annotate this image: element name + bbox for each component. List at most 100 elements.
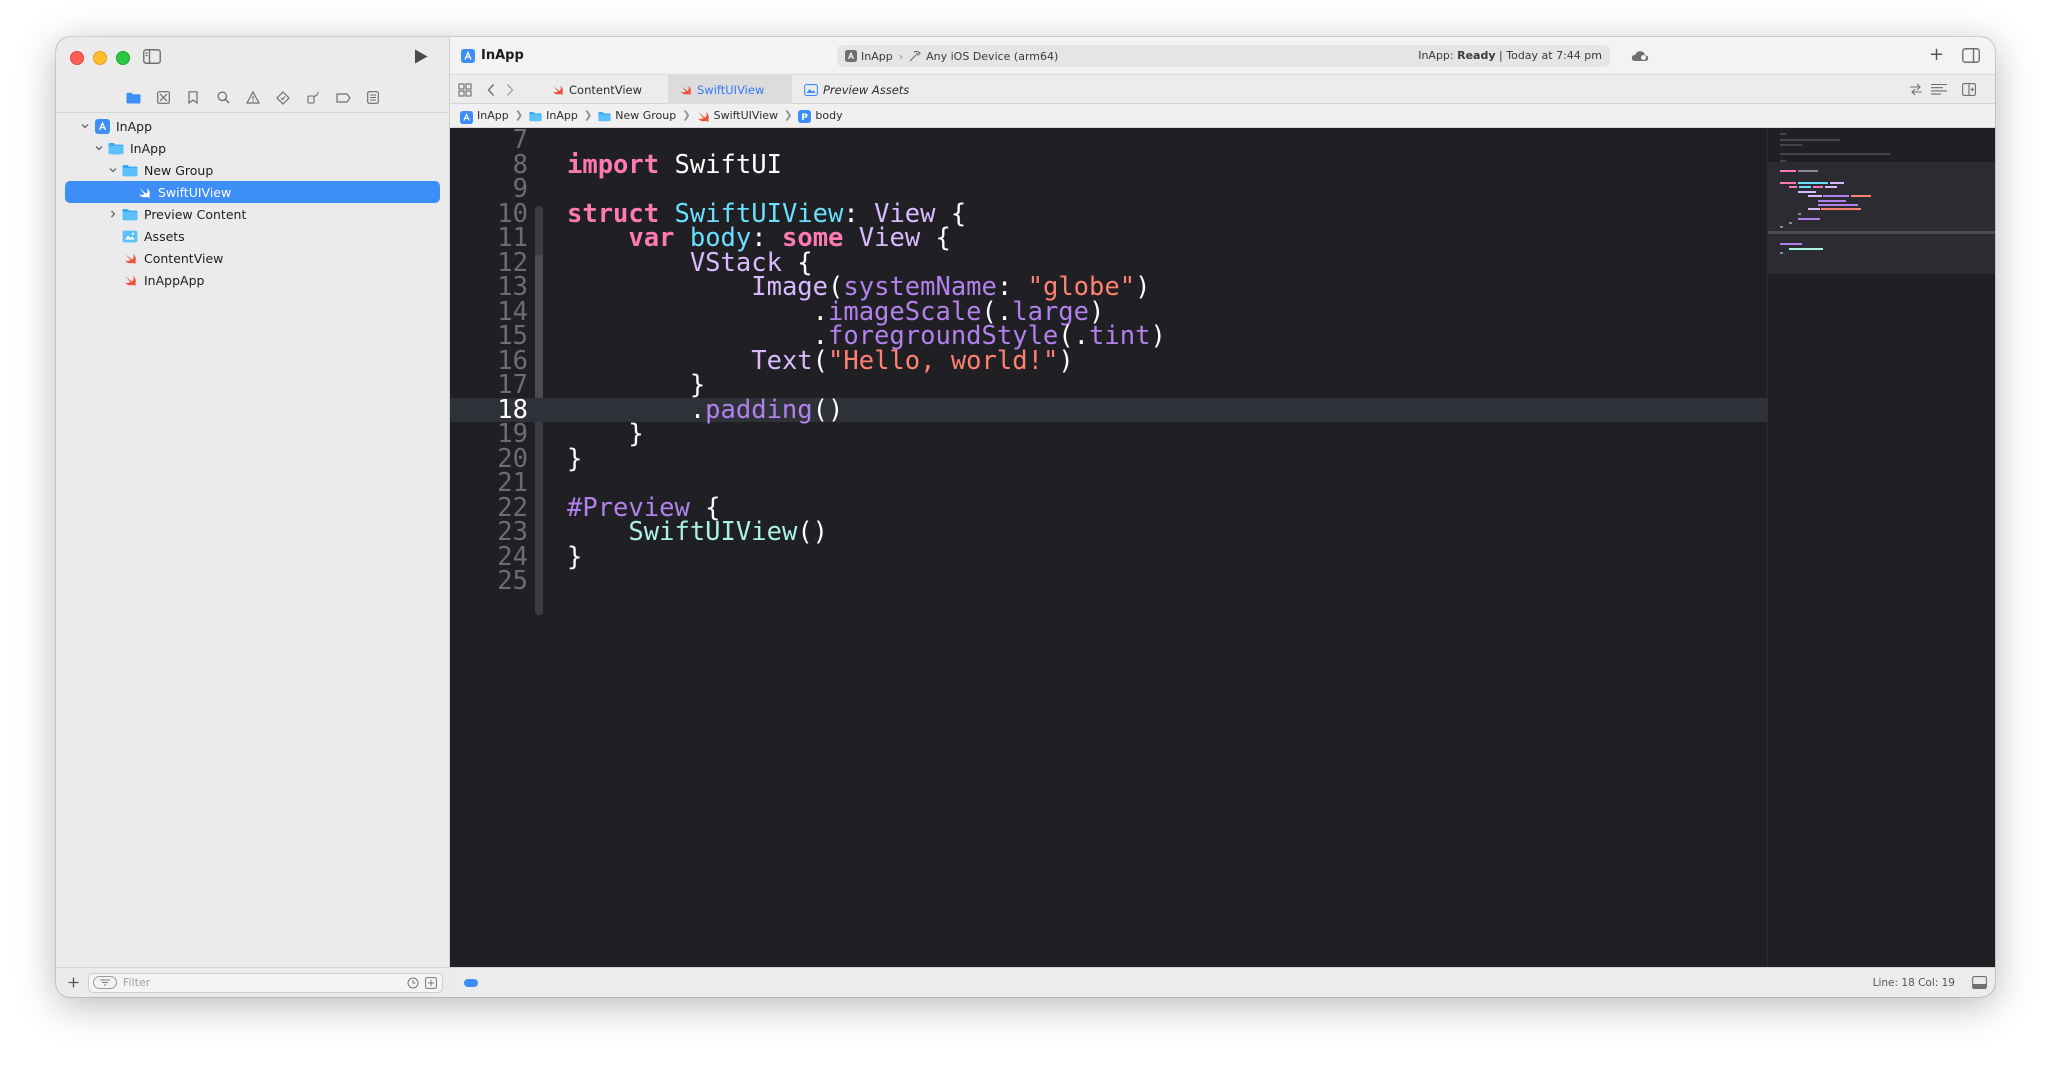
navigate-back-chevron-icon[interactable] xyxy=(486,83,496,97)
window-title: InApp xyxy=(481,48,524,63)
test-diamond-icon[interactable] xyxy=(275,90,291,106)
tab-preview-assets[interactable]: Preview Assets xyxy=(792,75,932,104)
breadcrumb-item[interactable]: SwiftUIView xyxy=(697,109,778,122)
source-control-icon[interactable] xyxy=(155,90,171,106)
scheme-selector[interactable]: InApp xyxy=(845,50,893,63)
navigator-filter-field[interactable]: Filter xyxy=(88,972,443,993)
code-token: import xyxy=(567,149,660,180)
code-token: SwiftUIView xyxy=(628,517,798,547)
add-editor-split-icon[interactable] xyxy=(1962,83,1976,96)
breakpoint-icon[interactable] xyxy=(335,90,351,106)
debug-spray-icon[interactable] xyxy=(305,90,321,106)
property-p-icon: P xyxy=(798,109,812,123)
line-number: 11 xyxy=(497,223,528,253)
navigator-sidebar: InApp InApp New Group SwiftUIView Preview Co… xyxy=(56,37,450,997)
minimize-window-button[interactable] xyxy=(93,51,107,65)
line-number: 17 xyxy=(497,370,528,400)
editor-tab-bar: ContentView SwiftUIView Preview Assets xyxy=(450,75,1995,104)
code-text: } xyxy=(567,544,582,570)
bookmark-icon[interactable] xyxy=(185,90,201,106)
find-magnifier-icon[interactable] xyxy=(215,90,231,106)
line-number: 25 xyxy=(497,566,528,596)
code-line[interactable]: 8 import SwiftUI xyxy=(450,149,1767,180)
code-line[interactable]: 24} xyxy=(450,544,1767,570)
jump-bar-breadcrumb: InApp ❯ InApp ❯ New Group ❯ SwiftUIView ❯ Pbody xyxy=(450,104,1995,128)
code-token: View xyxy=(858,223,921,253)
related-items-grid-icon[interactable] xyxy=(458,83,472,97)
filter-options-icon[interactable] xyxy=(93,976,117,989)
code-token: ) xyxy=(1135,272,1151,302)
navigator-row-assets[interactable]: Assets xyxy=(56,225,450,247)
add-library-plus-icon[interactable]: + xyxy=(1929,46,1944,64)
code-token: { xyxy=(920,223,951,253)
code-minimap[interactable] xyxy=(1767,128,1995,967)
recent-files-clock-icon[interactable] xyxy=(406,976,420,990)
report-icon[interactable] xyxy=(365,90,381,106)
run-play-icon[interactable] xyxy=(413,48,429,65)
code-token: "Hello, world!" xyxy=(828,345,1059,376)
tab-contentview[interactable]: ContentView xyxy=(540,75,668,104)
sidebar-toggle-icon[interactable] xyxy=(143,49,161,64)
tab-label: SwiftUIView xyxy=(697,82,765,97)
line-number: 23 xyxy=(497,517,528,547)
navigator-row-label: ContentView xyxy=(144,250,224,266)
window-controls xyxy=(70,51,130,65)
line-number: 15 xyxy=(497,321,528,351)
project-navigator-tree: InApp InApp New Group SwiftUIView Preview Co… xyxy=(56,115,450,291)
navigator-row-inapp[interactable]: InApp xyxy=(56,137,450,159)
inspector-toggle-icon[interactable] xyxy=(1962,48,1980,63)
zoom-window-button[interactable] xyxy=(116,51,130,65)
debug-panel-toggle-icon[interactable] xyxy=(1972,976,1987,989)
code-token: padding xyxy=(705,394,813,425)
close-window-button[interactable] xyxy=(70,51,84,65)
navigator-row-inappapp[interactable]: InAppApp xyxy=(56,269,450,291)
line-number: 9 xyxy=(512,174,528,204)
destination-selector[interactable]: Any iOS Device (arm64) xyxy=(909,50,1058,63)
project-icon xyxy=(460,110,473,124)
navigate-forward-chevron-icon[interactable] xyxy=(505,83,515,97)
breadcrumb-item[interactable]: New Group xyxy=(598,109,676,122)
breadcrumb-item[interactable]: InApp xyxy=(529,109,578,122)
project-navigator-folder-icon[interactable] xyxy=(125,90,141,106)
navigator-row-contentview[interactable]: ContentView xyxy=(56,247,450,269)
navigator-row-inapp[interactable]: InApp xyxy=(56,115,450,137)
code-line[interactable]: 25 xyxy=(450,569,1767,594)
xcode-window: InApp InApp New Group SwiftUIView Preview Co… xyxy=(56,37,1995,997)
destination-name: Any iOS Device (arm64) xyxy=(926,49,1059,63)
disclosure-chevron-right-icon[interactable] xyxy=(107,208,119,220)
issue-warning-icon[interactable] xyxy=(245,90,261,106)
breadcrumb-chevron-icon: ❯ xyxy=(514,110,524,121)
navigator-row-preview-content[interactable]: Preview Content xyxy=(56,203,450,225)
code-line[interactable]: 20} xyxy=(450,446,1767,472)
xcode-cloud-icon[interactable] xyxy=(1631,50,1649,62)
disclosure-chevron-down-icon[interactable] xyxy=(107,164,119,176)
editor-options-lines-icon[interactable] xyxy=(1930,83,1948,96)
code-token: ( xyxy=(812,345,829,376)
swap-editor-arrows-icon[interactable] xyxy=(1909,83,1923,96)
breadcrumb-label: SwiftUIView xyxy=(713,109,779,122)
folder-icon xyxy=(598,110,611,122)
swift-file-icon xyxy=(122,273,138,287)
navigator-row-swiftuiview[interactable]: SwiftUIView xyxy=(65,181,440,203)
swift-file-icon xyxy=(136,185,152,199)
tab-swiftuiview[interactable]: SwiftUIView xyxy=(668,75,792,104)
code-line[interactable]: 23 SwiftUIView() xyxy=(450,517,1767,547)
source-editor[interactable]: 7 8 import SwiftUI 9 10 struct SwiftUIView: V… xyxy=(450,128,1767,967)
debug-area-indicator[interactable] xyxy=(464,979,478,987)
status-prefix: InApp: xyxy=(1418,49,1454,62)
code-line[interactable]: 18 .padding() xyxy=(450,394,1767,425)
disclosure-chevron-down-icon[interactable] xyxy=(93,142,105,154)
add-file-plus-icon[interactable] xyxy=(66,976,80,990)
breadcrumb-item[interactable]: Pbody xyxy=(798,109,843,123)
breadcrumb-item[interactable]: InApp xyxy=(460,109,509,124)
scheme-app-icon xyxy=(845,50,857,62)
navigator-row-new-group[interactable]: New Group xyxy=(56,159,450,181)
code-line[interactable]: 19 } xyxy=(450,421,1767,447)
disclosure-chevron-down-icon[interactable] xyxy=(79,120,91,132)
source-control-filter-icon[interactable] xyxy=(424,976,438,990)
